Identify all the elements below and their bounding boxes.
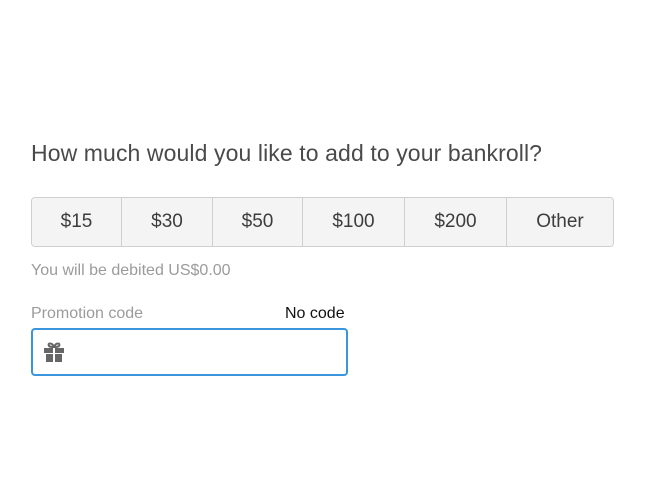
debit-note: You will be debited US$0.00	[31, 262, 231, 279]
page-title: How much would you like to add to your b…	[31, 140, 543, 166]
amount-button-15[interactable]: $15	[32, 198, 122, 246]
amount-button-100[interactable]: $100	[303, 198, 405, 246]
promo-code-input[interactable]	[77, 330, 337, 374]
no-code-link[interactable]: No code	[285, 305, 345, 323]
amount-button-other[interactable]: Other	[507, 198, 613, 246]
add-funds-page: How much would you like to add to your b…	[0, 0, 648, 500]
promo-code-label: Promotion code	[31, 305, 144, 322]
amount-button-30[interactable]: $30	[122, 198, 213, 246]
amount-button-group: $15 $30 $50 $100 $200 Other	[31, 197, 614, 247]
gift-icon	[44, 342, 64, 362]
amount-button-50[interactable]: $50	[213, 198, 303, 246]
promo-code-field[interactable]	[31, 328, 348, 376]
amount-button-200[interactable]: $200	[405, 198, 507, 246]
